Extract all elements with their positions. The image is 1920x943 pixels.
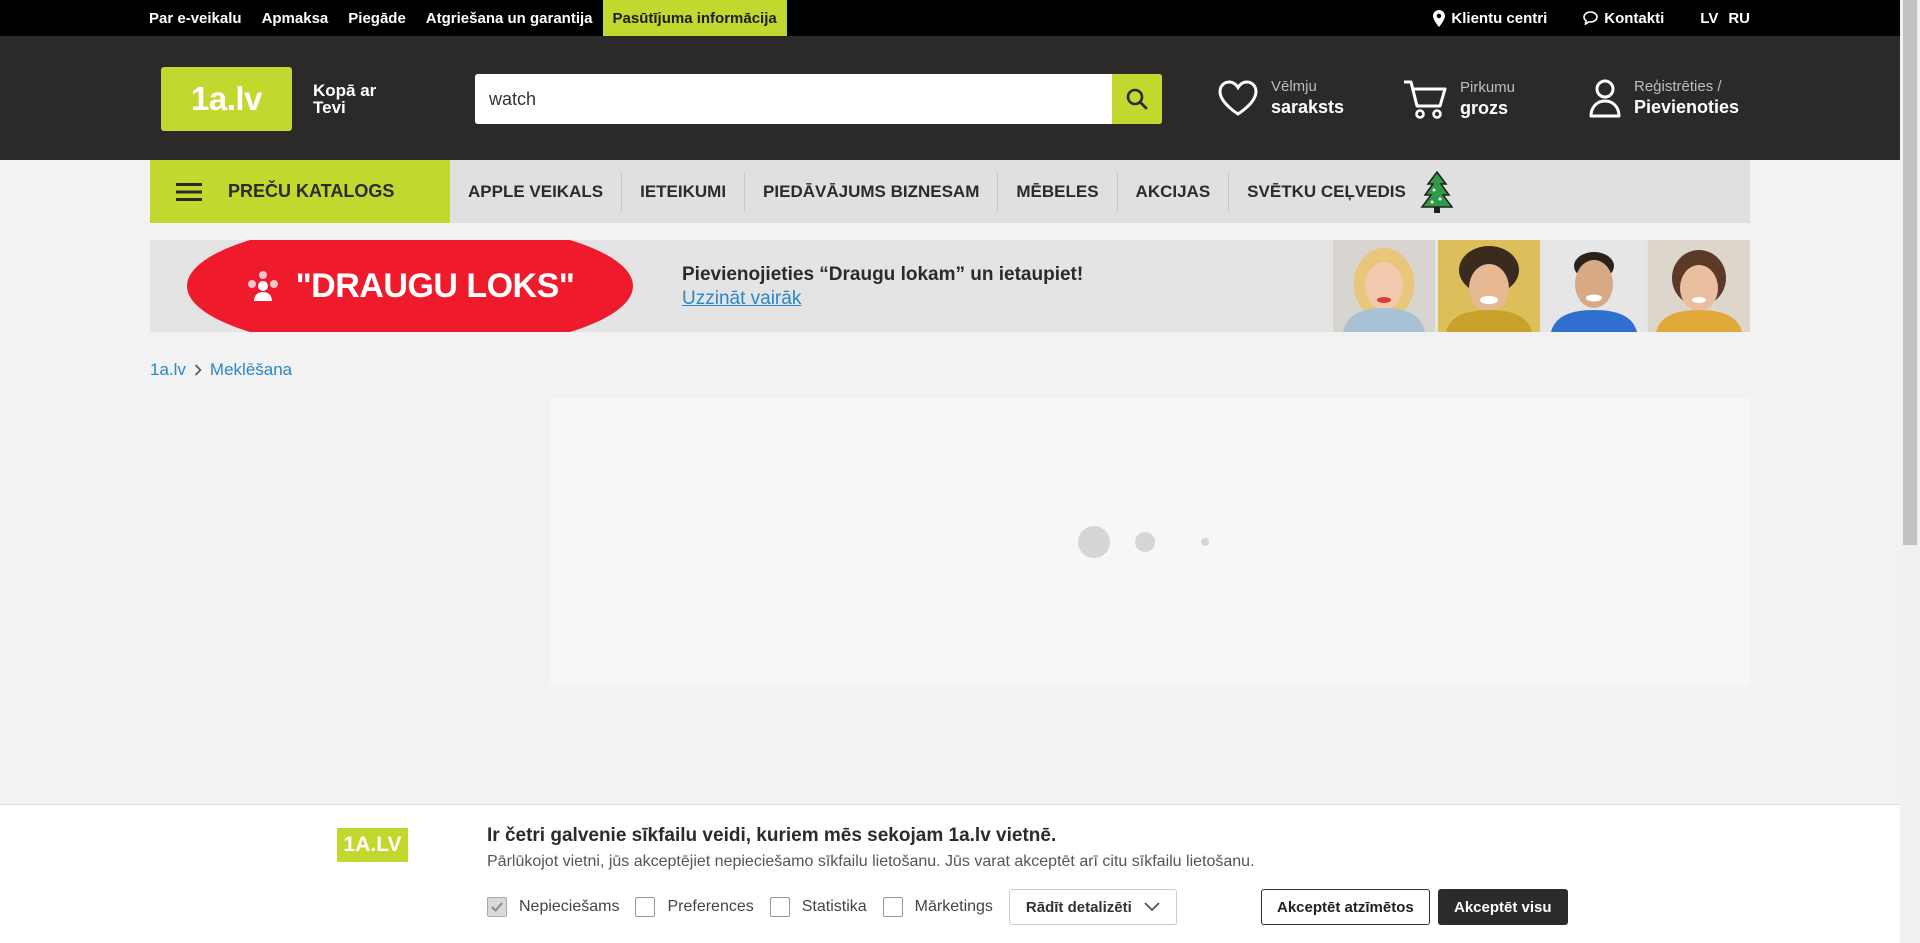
top-link-payment[interactable]: Apmaksa bbox=[252, 0, 339, 36]
client-centers-link[interactable]: Klientu centri bbox=[1433, 9, 1548, 27]
chevron-right-icon bbox=[194, 364, 202, 376]
page-scrollbar[interactable] bbox=[1900, 0, 1920, 943]
heart-icon bbox=[1218, 80, 1258, 116]
checkbox-marketing[interactable] bbox=[882, 897, 903, 917]
cookie-title: Ir četri galvenie sīkfailu veidi, kuriem… bbox=[487, 825, 1057, 846]
nav-holiday-guide[interactable]: SVĒTKU CEĻVEDIS bbox=[1229, 170, 1472, 213]
user-icon bbox=[1589, 79, 1621, 118]
top-link-returns[interactable]: Atgriešana un garantija bbox=[416, 0, 603, 36]
top-link-order-info[interactable]: Pasūtījuma informācija bbox=[602, 0, 787, 36]
friends-circle-icon bbox=[247, 271, 278, 301]
chevron-down-icon bbox=[1144, 902, 1160, 912]
banner-title: "DRAUGU LOKS" bbox=[295, 266, 575, 305]
slogan: Kopā ar Tevi bbox=[313, 81, 377, 117]
main-header: 1a.lv Kopā ar Tevi Vēlmju saraksts Pirku… bbox=[0, 36, 1900, 160]
nav-links: APPLE VEIKALS IETEIKUMI PIEDĀVĀJUMS BIZN… bbox=[450, 160, 1472, 223]
loading-spinner bbox=[1078, 526, 1209, 558]
wishlist-line1: Vēlmju bbox=[1271, 78, 1317, 95]
account-link[interactable]: Reģistrēties / Pievienoties bbox=[1588, 78, 1739, 118]
banner-message-block: Pievienojieties “Draugu lokam” un ietaup… bbox=[682, 264, 1083, 310]
nav-business-offer[interactable]: PIEDĀVĀJUMS BIZNESAM bbox=[745, 171, 999, 212]
checkbox-preferences[interactable] bbox=[635, 897, 656, 917]
draugu-loks-badge: "DRAUGU LOKS" bbox=[187, 240, 633, 332]
search-icon bbox=[1126, 88, 1148, 110]
loading-dot-medium bbox=[1135, 532, 1155, 552]
top-right: Klientu centri Kontakti LV RU bbox=[1433, 0, 1750, 36]
wishlist-link[interactable]: Vēlmju saraksts bbox=[1217, 78, 1344, 118]
search-button[interactable] bbox=[1112, 74, 1162, 124]
top-link-about[interactable]: Par e-veikalu bbox=[149, 0, 252, 36]
show-details-button[interactable]: Rādīt detalizēti bbox=[1008, 889, 1177, 925]
catalog-label: PREČU KATALOGS bbox=[228, 181, 395, 201]
shopping-cart-icon bbox=[1404, 80, 1447, 119]
top-link-delivery[interactable]: Piegāde bbox=[338, 0, 416, 36]
cart-link[interactable]: Pirkumu grozs bbox=[1402, 78, 1515, 120]
hamburger-menu-icon bbox=[176, 182, 202, 201]
cart-line1: Pirkumu bbox=[1460, 79, 1516, 96]
chat-bubble-icon bbox=[1583, 11, 1599, 25]
lang-lv[interactable]: LV bbox=[1700, 10, 1718, 27]
option-label-marketing: Mārketings bbox=[914, 898, 993, 915]
cookie-option-necessary: Nepieciešams bbox=[487, 897, 619, 917]
face-photo-4 bbox=[1648, 240, 1750, 332]
option-label-statistics: Statistika bbox=[801, 898, 867, 915]
nav-furniture[interactable]: MĒBELES bbox=[998, 171, 1118, 212]
checkbox-necessary[interactable] bbox=[487, 897, 507, 917]
breadcrumb: 1a.lv Meklēšana bbox=[150, 360, 292, 380]
cookie-option-statistics: Statistika bbox=[769, 897, 867, 917]
promo-banner[interactable]: "DRAUGU LOKS" Pievienojieties “Draugu lo… bbox=[150, 240, 1750, 332]
banner-message: Pievienojieties “Draugu lokam” un ietaup… bbox=[682, 264, 1084, 285]
nav-holiday-guide-label: SVĒTKU CEĻVEDIS bbox=[1247, 181, 1406, 201]
banner-learn-more-link[interactable]: Uzzināt vairāk bbox=[682, 288, 1083, 310]
contacts-link[interactable]: Kontakti bbox=[1583, 10, 1664, 27]
location-pin-icon bbox=[1433, 9, 1446, 27]
cookie-description: Pārlūkojot vietni, jūs akceptējiet nepie… bbox=[487, 853, 1255, 870]
main-nav: PREČU KATALOGS APPLE VEIKALS IETEIKUMI P… bbox=[150, 160, 1750, 223]
breadcrumb-home[interactable]: 1a.lv bbox=[150, 360, 186, 380]
cookie-option-marketing: Mārketings bbox=[882, 897, 993, 917]
scrollbar-thumb[interactable] bbox=[1903, 0, 1917, 545]
wishlist-line2: saraksts bbox=[1271, 97, 1345, 117]
option-label-necessary: Nepieciešams bbox=[519, 898, 620, 915]
cart-line2: grozs bbox=[1460, 98, 1509, 118]
option-label-preferences: Preferences bbox=[667, 898, 754, 915]
nav-promotions[interactable]: AKCIJAS bbox=[1118, 171, 1230, 212]
nav-recommendations[interactable]: IETEIKUMI bbox=[622, 171, 746, 212]
banner-faces bbox=[1333, 240, 1750, 332]
cookie-logo: 1A.LV bbox=[337, 828, 408, 862]
face-photo-2 bbox=[1438, 240, 1540, 332]
accept-selected-button[interactable]: Akceptēt atzīmētos bbox=[1261, 889, 1430, 925]
nav-apple-store[interactable]: APPLE VEIKALS bbox=[450, 171, 623, 212]
site-logo[interactable]: 1a.lv bbox=[161, 67, 292, 131]
loading-dot-small bbox=[1201, 538, 1209, 546]
top-links: Par e-veikalu Apmaksa Piegāde Atgriešana… bbox=[149, 0, 787, 36]
account-line2: Pievienoties bbox=[1634, 97, 1740, 117]
show-details-label: Rādīt detalizēti bbox=[1025, 898, 1132, 916]
accept-all-button[interactable]: Akceptēt visu bbox=[1438, 889, 1568, 925]
checkmark-icon bbox=[491, 902, 503, 912]
search-results-area bbox=[550, 398, 1750, 684]
cookie-consent-bar: 1A.LV Ir četri galvenie sīkfailu veidi, … bbox=[0, 804, 1900, 943]
face-photo-3 bbox=[1543, 240, 1645, 332]
top-bar: Par e-veikalu Apmaksa Piegāde Atgriešana… bbox=[0, 0, 1900, 36]
checkbox-statistics[interactable] bbox=[769, 897, 790, 917]
client-centers-label: Klientu centri bbox=[1451, 9, 1548, 27]
search-input[interactable] bbox=[475, 74, 1112, 124]
cookie-option-preferences: Preferences bbox=[635, 897, 754, 917]
catalog-button[interactable]: PREČU KATALOGS bbox=[150, 160, 450, 223]
lang-ru[interactable]: RU bbox=[1728, 10, 1750, 27]
language-switcher: LV RU bbox=[1700, 10, 1750, 27]
account-line1: Reģistrēties / bbox=[1634, 78, 1722, 95]
loading-dot-large bbox=[1078, 526, 1110, 558]
cookie-options: Nepieciešams Preferences Statistika Mārk… bbox=[487, 889, 1177, 925]
search-bar bbox=[475, 74, 1162, 124]
face-photo-1 bbox=[1333, 240, 1435, 332]
christmas-tree-icon bbox=[1420, 170, 1454, 213]
contacts-label: Kontakti bbox=[1604, 9, 1665, 27]
breadcrumb-current[interactable]: Meklēšana bbox=[210, 360, 292, 380]
